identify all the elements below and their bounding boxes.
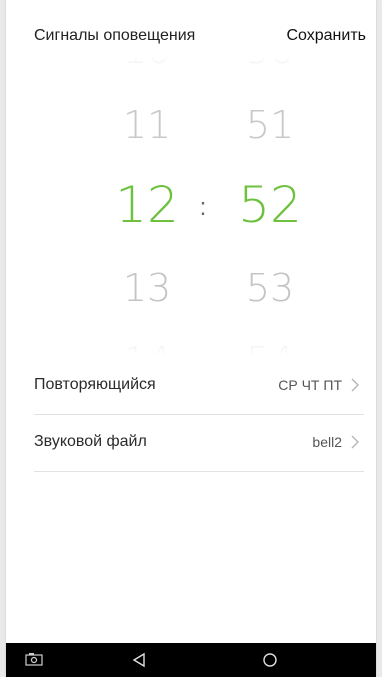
- back-icon: [132, 652, 145, 668]
- hour-next[interactable]: 13: [102, 266, 192, 310]
- sound-file-setting-row[interactable]: Звуковой файл bell2: [34, 414, 364, 472]
- chevron-right-icon: [351, 435, 359, 449]
- repeat-label: Повторяющийся: [34, 376, 156, 393]
- sound-file-value: bell2: [312, 434, 342, 450]
- system-navigation-bar: [6, 643, 376, 677]
- minute-selected[interactable]: 52: [225, 176, 315, 234]
- chevron-right-icon: [351, 378, 359, 392]
- time-picker[interactable]: 10 11 12 13 14 : 50 51 52 53 54: [6, 56, 376, 356]
- minute-next[interactable]: 53: [225, 266, 315, 310]
- time-separator: :: [199, 194, 207, 221]
- hour-previous[interactable]: 11: [102, 103, 192, 147]
- hour-wheel[interactable]: 10 11 12 13 14: [102, 56, 192, 356]
- alarm-settings-screen: Сигналы оповещения Сохранить 10 11 12 13…: [6, 0, 376, 677]
- back-button[interactable]: [119, 643, 159, 677]
- home-button[interactable]: [250, 643, 290, 677]
- home-icon: [263, 653, 277, 667]
- hour-selected[interactable]: 12: [102, 176, 192, 234]
- sound-file-label: Звуковой файл: [34, 433, 147, 450]
- header: Сигналы оповещения Сохранить: [6, 0, 376, 74]
- repeat-setting-row[interactable]: Повторяющийся СР ЧТ ПТ: [34, 357, 364, 415]
- screenshot-icon: [25, 653, 43, 666]
- minute-previous[interactable]: 51: [225, 103, 315, 147]
- screenshot-button[interactable]: [14, 643, 54, 677]
- picker-fade: [6, 338, 376, 356]
- save-button[interactable]: Сохранить: [286, 27, 366, 45]
- page-title: Сигналы оповещения: [34, 27, 196, 44]
- repeat-days-value: СР ЧТ ПТ: [278, 377, 342, 393]
- minute-wheel[interactable]: 50 51 52 53 54: [225, 56, 315, 356]
